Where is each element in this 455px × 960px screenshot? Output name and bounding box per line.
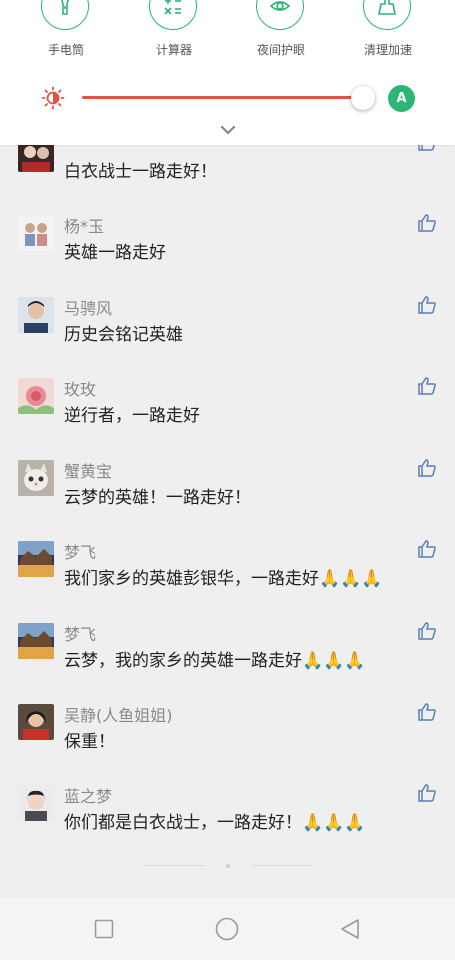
- like-icon[interactable]: [417, 295, 437, 315]
- like-icon[interactable]: [417, 621, 437, 641]
- comment-author: 吴静(人鱼姐姐): [64, 706, 173, 725]
- avatar[interactable]: [18, 215, 54, 251]
- like-icon[interactable]: [417, 539, 437, 559]
- pager-line: [143, 865, 205, 866]
- comment-item: 玫玫 逆行者，一路走好: [0, 371, 455, 453]
- tile-label: 手电筒: [47, 43, 84, 57]
- eye-care-icon: [256, 0, 304, 30]
- comment-author: 马骋风: [64, 299, 113, 318]
- circle-home-icon[interactable]: [215, 917, 239, 941]
- tile-label: 计算器: [155, 43, 192, 57]
- comment-author: 梦飞: [64, 543, 97, 562]
- comment-author: 杨*玉: [64, 217, 105, 236]
- comment-text: 白衣战士一路走好！: [64, 162, 217, 182]
- like-icon[interactable]: [417, 702, 437, 722]
- comment-text: 保重！: [64, 732, 115, 752]
- comment-item: 梦飞 我们家乡的英雄彭银华，一路走好🙏🙏🙏: [0, 534, 455, 616]
- like-icon[interactable]: [417, 213, 437, 233]
- pager-dot: [226, 864, 230, 868]
- triangle-back-icon[interactable]: [338, 917, 362, 941]
- system-nav-bar: [0, 898, 455, 960]
- tile-label: 夜间护眼: [256, 43, 305, 57]
- comment-author: 梦飞: [64, 625, 97, 644]
- comment-author: 蓝之梦: [64, 787, 113, 806]
- like-icon[interactable]: [417, 783, 437, 803]
- comment-item: 蓝之梦 你们都是白衣战士，一路走好！🙏🙏🙏: [0, 778, 455, 860]
- comment-item: 蟹黄宝 云梦的英雄！一路走好！: [0, 453, 455, 535]
- avatar[interactable]: [18, 297, 54, 333]
- comment-item: 梦飞 云梦，我的家乡的英雄一路走好🙏🙏🙏: [0, 616, 455, 698]
- avatar[interactable]: [18, 704, 54, 740]
- avatar[interactable]: [18, 623, 54, 659]
- tile-label: 清理加速: [363, 43, 412, 57]
- comment-text: 云梦的英雄！一路走好！: [64, 488, 251, 508]
- comment-text: 逆行者，一路走好: [64, 406, 200, 426]
- like-icon[interactable]: [417, 458, 437, 478]
- chevron-down-icon[interactable]: [219, 124, 237, 136]
- comment-author: 蟹黄宝: [64, 462, 113, 481]
- comment-text: 我们家乡的英雄彭银华，一路走好🙏🙏🙏: [64, 569, 383, 589]
- comment-text: 云梦，我的家乡的英雄一路走好🙏🙏🙏: [64, 651, 366, 671]
- brightness-slider-thumb[interactable]: [351, 86, 375, 110]
- auto-brightness-button[interactable]: A: [388, 85, 415, 112]
- brightness-slider[interactable]: [82, 96, 364, 99]
- comment-item: 马骋风 历史会铭记英雄: [0, 290, 455, 372]
- avatar[interactable]: [18, 541, 54, 577]
- comment-text: 你们都是白衣战士，一路走好！🙏🙏🙏: [64, 813, 366, 833]
- like-icon[interactable]: [417, 376, 437, 396]
- comment-text: 英雄一路走好: [64, 243, 166, 263]
- comment-author: 玫玫: [64, 380, 97, 399]
- broom-icon: [363, 0, 411, 30]
- flashlight-icon: [41, 0, 89, 30]
- brightness-sun-icon: [41, 86, 65, 110]
- comment-item: 吴静(人鱼姐姐) 保重！: [0, 697, 455, 779]
- pager-line: [252, 865, 312, 866]
- comment-item: 杨*玉 英雄一路走好: [0, 208, 455, 290]
- calculator-icon: [149, 0, 197, 30]
- comment-text: 历史会铭记英雄: [64, 325, 183, 345]
- avatar[interactable]: [18, 785, 54, 821]
- quick-settings-panel: 手电筒 计算器 夜间护眼 清理加速 A: [0, 0, 455, 145]
- avatar[interactable]: [18, 378, 54, 414]
- square-icon[interactable]: [92, 917, 116, 941]
- avatar[interactable]: [18, 460, 54, 496]
